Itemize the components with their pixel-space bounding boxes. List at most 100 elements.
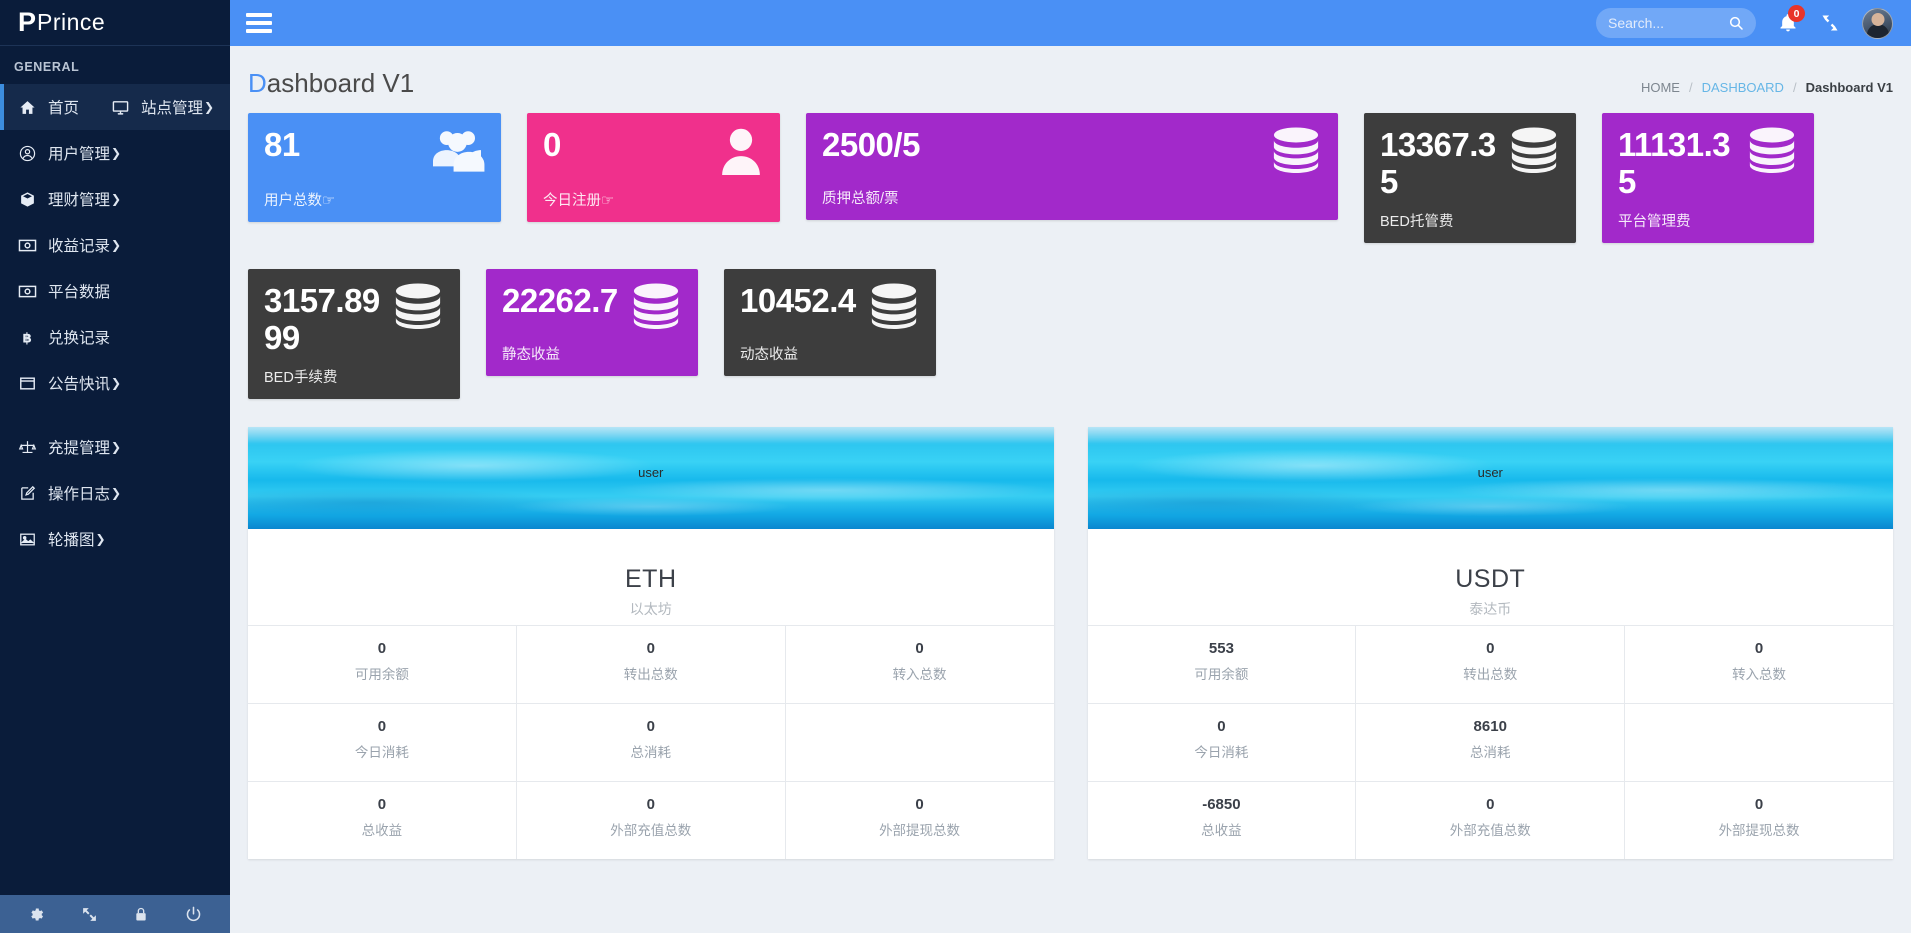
database-icon [868, 283, 920, 334]
coin-stat-cell: 0 转入总数 [786, 626, 1054, 703]
page-content: Dashboard V1 HOME / DASHBOARD / Dashboar… [230, 46, 1911, 933]
coin-stat-row: 0 总收益 0 外部充值总数 0 外部提现总数 [248, 780, 1054, 859]
coin-stat-label: 转出总数 [1463, 666, 1518, 682]
stat-card-value: 0 [543, 126, 561, 163]
brand-logo[interactable]: P Prince [0, 0, 230, 46]
coin-stat-row: -6850 总收益 0 外部充值总数 0 外部提现总数 [1087, 780, 1893, 859]
stat-card[interactable]: 3157.8999 BED手续费 [248, 268, 460, 399]
box-icon [14, 191, 40, 208]
coin-stat-label: 今日消耗 [1194, 744, 1249, 760]
expand-icon[interactable] [81, 906, 98, 923]
chevron-right-icon: ❯ [95, 532, 106, 546]
coin-stat-cell: -6850 总收益 [1088, 781, 1357, 859]
coin-stat-label: 外部提现总数 [879, 822, 961, 838]
coin-stat-cell: 8610 总消耗 [1356, 703, 1626, 781]
page-header: Dashboard V1 HOME / DASHBOARD / Dashboar… [248, 46, 1893, 113]
sidebar-item-label: 平台数据 [48, 284, 111, 301]
sidebar-item-label: 操作日志 [48, 486, 111, 503]
coin-stat-label: 外部充值总数 [610, 822, 692, 838]
stat-card[interactable]: 2500/5 质押总额/票 [806, 113, 1338, 220]
coin-card-row: user ETH 以太坊 0 可用余额 0 转出总数 0 转入总数 0 今日消耗 0 总消耗 0 总收益 0 外… [248, 426, 1893, 879]
topbar-actions: 0 [1596, 5, 1893, 39]
database-icon [1746, 127, 1798, 178]
coin-stat-cell: 0 外部充值总数 [517, 781, 786, 859]
avatar[interactable] [1862, 7, 1893, 39]
sidebar-item-exchange-record[interactable]: ฿ 兑换记录 [0, 314, 230, 360]
coin-stat-label: 今日消耗 [354, 744, 409, 760]
stat-card-top: 81 [264, 126, 485, 180]
sidebar-item-announcements[interactable]: 公告快讯 ❯ [0, 360, 230, 406]
search-box[interactable] [1596, 8, 1756, 38]
coin-symbol: ETH [625, 564, 677, 593]
stat-card-top: 13367.35 [1380, 126, 1560, 201]
power-icon[interactable] [185, 906, 202, 923]
sidebar-item-user-management[interactable]: 用户管理 ❯ [0, 130, 230, 176]
coin-name: 泰达币 [1469, 600, 1512, 617]
database-icon [392, 283, 444, 334]
coin-stat-value: 0 [1754, 639, 1764, 657]
coin-stat-value: 0 [1486, 639, 1495, 657]
stat-card[interactable]: 22262.7 静态收益 [486, 268, 698, 376]
svg-text:฿: ฿ [22, 331, 31, 346]
stat-card-value: 2500/5 [822, 126, 920, 163]
coin-stat-value: 0 [1754, 795, 1764, 813]
monitor-icon [107, 99, 133, 116]
user-circle-icon [14, 145, 40, 162]
breadcrumb-item-home[interactable]: HOME [1641, 80, 1680, 95]
sidebar-item-label: 兑换记录 [48, 330, 111, 347]
coin-stat-cell: 0 今日消耗 [1088, 703, 1357, 781]
coin-stat-cell: 553 可用余额 [1088, 625, 1357, 703]
coin-stat-label: 总消耗 [1469, 744, 1511, 760]
main-area: 0 Dashboard V1 HOME / DASHBOARD / Dashbo [230, 0, 1911, 933]
coin-stat-label: 转出总数 [623, 666, 678, 682]
stat-card-label: 用户总数☞ [264, 193, 335, 209]
coin-stat-label: 总消耗 [630, 744, 671, 760]
topbar: 0 [230, 0, 1911, 46]
sidebar-item-deposit-withdraw[interactable]: 充提管理 ❯ [0, 424, 230, 470]
sidebar-section-label: GENERAL [14, 60, 80, 74]
database-icon [630, 283, 682, 334]
breadcrumb-item-current: Dashboard V1 [1805, 80, 1893, 95]
gear-icon[interactable] [28, 906, 45, 923]
chevron-right-icon: ❯ [111, 486, 122, 500]
coin-stat-label: 可用余额 [354, 666, 409, 682]
search-icon[interactable] [1728, 15, 1744, 31]
stat-card[interactable]: 10452.4 动态收益 [724, 268, 936, 376]
stat-card[interactable]: 11131.35 平台管理费 [1602, 113, 1814, 243]
coin-card: user USDT 泰达币 553 可用余额 0 转出总数 0 转入总数 0 今日消耗 8610 总消耗… [1087, 426, 1893, 859]
sidebar-item-site-management[interactable]: 站点管理 ❯ [107, 84, 214, 130]
stat-card-label: BED托管费 [1380, 213, 1454, 230]
money-icon [14, 283, 40, 300]
image-icon [14, 531, 40, 548]
sidebar-item-earnings-record[interactable]: 收益记录 ❯ [0, 222, 230, 268]
coin-stat-cell [786, 704, 1054, 781]
coin-stat-cell [1625, 704, 1893, 781]
sidebar-item-finance-management[interactable]: 理财管理 ❯ [0, 176, 230, 222]
sidebar-item-operation-log[interactable]: 操作日志 ❯ [0, 470, 230, 516]
money-icon [14, 237, 40, 254]
breadcrumb-item-dashboard[interactable]: DASHBOARD [1702, 80, 1784, 95]
coin-stat-row: 0 可用余额 0 转出总数 0 转入总数 [248, 624, 1054, 703]
stat-card-label: BED手续费 [264, 369, 338, 386]
notifications-button[interactable]: 0 [1778, 5, 1805, 33]
coin-stat-label: 转入总数 [892, 666, 947, 682]
search-input[interactable] [1608, 15, 1728, 31]
coin-stat-cell: 0 外部充值总数 [1356, 781, 1626, 859]
sidebar-item-platform-data[interactable]: 平台数据 [0, 268, 230, 314]
coin-stat-value: 0 [915, 639, 924, 657]
expand-icon[interactable] [1820, 13, 1840, 33]
stat-card[interactable]: 13367.35 BED托管费 [1364, 113, 1576, 243]
stat-card-value: 22262.7 [502, 281, 618, 319]
hamburger-icon[interactable] [246, 9, 274, 37]
stat-card[interactable]: 0 今日注册☞ [527, 113, 780, 222]
stat-card[interactable]: 81 用户总数☞ [248, 113, 501, 222]
sidebar-item-carousel[interactable]: 轮播图 ❯ [0, 516, 230, 562]
coin-stat-value: 0 [377, 717, 387, 735]
chevron-right-icon: ❯ [111, 440, 122, 454]
lock-icon[interactable] [133, 906, 149, 923]
chevron-right-icon: ❯ [111, 376, 122, 390]
sidebar-item-label: 公告快讯 [48, 376, 111, 393]
coin-banner-caption: user [1477, 464, 1503, 480]
stat-card-label: 静态收益 [502, 346, 560, 363]
coin-stat-value: 0 [377, 639, 387, 657]
